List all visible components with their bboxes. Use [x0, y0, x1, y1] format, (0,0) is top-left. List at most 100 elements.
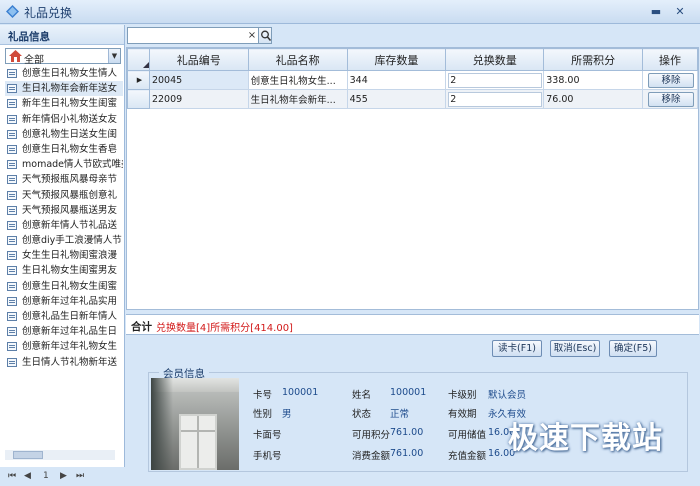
tree-item[interactable]: 天气预报瓶风暴母亲节: [5, 172, 123, 187]
page-number[interactable]: 1: [43, 471, 49, 481]
document-icon: [7, 251, 17, 261]
cell-name[interactable]: 生日礼物年会新年...: [247, 89, 348, 109]
document-icon: [7, 129, 17, 139]
cancel-button[interactable]: 取消(Esc): [550, 340, 600, 357]
tree-item[interactable]: 创意新年情人节礼品送: [5, 218, 123, 233]
tree-item[interactable]: 天气预报风暴瓶送男友: [5, 203, 123, 218]
first-page-icon[interactable]: ⏮: [8, 471, 16, 481]
summary-bar: 合计 兑换数量[4]所需积分[414.00]: [126, 314, 699, 335]
document-icon: [7, 160, 17, 170]
tree-item[interactable]: 创意生日礼物女生情人: [5, 66, 123, 81]
tree-item[interactable]: 创意礼物生日送女生闺: [5, 127, 123, 142]
search-button[interactable]: [258, 27, 272, 44]
column-header-points[interactable]: 所需积分: [543, 48, 643, 71]
card-no-label: 卡号: [253, 390, 273, 401]
remove-button[interactable]: 移除: [648, 72, 694, 88]
tree-item[interactable]: 新年生日礼物女生闺蜜: [5, 96, 123, 111]
tree-item[interactable]: 创意生日礼物女生闺蜜: [5, 279, 123, 294]
cell-code[interactable]: 22009: [148, 89, 249, 109]
tree-item[interactable]: 创意新年过年礼品生日: [5, 324, 123, 339]
tree-item[interactable]: 生日礼物年会新年送女: [5, 81, 123, 97]
document-icon: [7, 99, 17, 109]
prev-page-icon[interactable]: ◀: [24, 471, 31, 481]
column-header-name[interactable]: 礼品名称: [247, 48, 348, 71]
document-icon: [7, 114, 17, 124]
gift-sidebar: 礼品信息 全部 ▼ 创意生日礼物女生情人 生日礼物年会新年送女 新年生日礼物女生…: [0, 25, 125, 481]
column-header-qty[interactable]: 兑换数量: [445, 48, 545, 71]
tree-item[interactable]: 生日礼物女生闺蜜男友: [5, 263, 123, 278]
tree-item[interactable]: 创意diy手工浪漫情人节: [5, 233, 123, 248]
scrollbar-thumb[interactable]: [13, 451, 43, 459]
cell-stock[interactable]: 344: [346, 70, 447, 90]
gender-label: 性别: [253, 409, 273, 420]
tree-item[interactable]: 创意生日礼物女生香皂: [5, 142, 123, 157]
close-icon[interactable]: ✕: [674, 6, 686, 18]
remove-button[interactable]: 移除: [648, 91, 694, 107]
status-label: 状态: [352, 409, 372, 420]
member-photo: [151, 378, 239, 470]
window-title: 礼品兑换: [24, 6, 73, 20]
document-icon: [7, 190, 17, 200]
tree-item[interactable]: 生日情人节礼物新年送: [5, 355, 123, 370]
validity-label: 有效期: [448, 409, 477, 420]
stored-label: 可用储值: [448, 430, 487, 441]
cell-qty[interactable]: 2: [445, 70, 545, 90]
confirm-button[interactable]: 确定(F5): [609, 340, 657, 357]
next-page-icon[interactable]: ▶: [60, 471, 67, 481]
tree-item[interactable]: 新年情侣小礼物送女友: [5, 112, 123, 127]
category-select[interactable]: 全部 ▼: [5, 48, 121, 66]
table-row[interactable]: 22009 生日礼物年会新年... 455 2 76.00 移除: [127, 89, 698, 109]
qty-input[interactable]: 2: [448, 72, 543, 88]
sidebar-header: 礼品信息: [0, 25, 124, 45]
watermark-logo: 极速下载站: [508, 421, 663, 456]
cell-qty[interactable]: 2: [445, 89, 545, 109]
cell-action: 移除: [642, 89, 698, 109]
tree-item[interactable]: 女生生日礼物闺蜜浪漫: [5, 248, 123, 263]
search-input[interactable]: ×: [127, 27, 272, 44]
cell-name[interactable]: 创意生日礼物女生...: [247, 70, 348, 90]
horizontal-scrollbar[interactable]: [5, 450, 115, 460]
row-indicator: [127, 89, 150, 109]
cell-code[interactable]: 20045: [148, 70, 249, 90]
app-diamond-icon: [6, 5, 19, 18]
grid-header-row: 礼品编号 礼品名称 库存数量 兑换数量 所需积分 操作: [127, 48, 698, 71]
title-bar: 礼品兑换 ▬ ✕: [0, 0, 700, 24]
read-card-button[interactable]: 读卡(F1): [492, 340, 542, 357]
tree-item[interactable]: 创意新年过年礼物女生: [5, 339, 123, 354]
tree-item[interactable]: 创意礼品生日新年情人: [5, 309, 123, 324]
minimize-icon[interactable]: ▬: [650, 6, 662, 18]
column-header-action[interactable]: 操作: [642, 48, 698, 71]
document-icon: [7, 69, 17, 78]
cell-stock[interactable]: 455: [346, 89, 447, 109]
name-label: 姓名: [352, 390, 372, 401]
cell-points[interactable]: 76.00: [543, 89, 643, 109]
column-header-stock[interactable]: 库存数量: [346, 48, 447, 71]
tree-item[interactable]: 天气预报风暴瓶创意礼: [5, 188, 123, 203]
spent-label: 消费金额: [352, 451, 391, 462]
document-icon: [7, 220, 17, 230]
last-page-icon[interactable]: ⏭: [76, 471, 84, 481]
face-no-label: 卡面号: [253, 430, 282, 441]
chevron-down-icon[interactable]: ▼: [108, 49, 120, 63]
document-icon: [7, 205, 17, 215]
column-header-code[interactable]: 礼品编号: [148, 48, 249, 71]
table-row[interactable]: ▶ 20045 创意生日礼物女生... 344 2 338.00 移除: [127, 70, 698, 90]
select-all-corner-icon[interactable]: [143, 62, 149, 68]
document-icon: [7, 84, 17, 94]
cell-points[interactable]: 338.00: [543, 70, 643, 90]
search-icon: [261, 30, 272, 41]
main-panel: × 礼品编号 礼品名称 库存数量 兑换数量 所需积分 操作 ▶ 20045 创意…: [126, 25, 700, 472]
spent-value: 761.00: [390, 448, 424, 459]
gender-value: 男: [282, 409, 292, 420]
document-icon: [7, 342, 17, 352]
document-icon: [7, 175, 17, 185]
document-icon: [7, 236, 17, 246]
qty-input[interactable]: 2: [448, 91, 543, 107]
level-value: 默认会员: [488, 390, 527, 401]
summary-value: 兑换数量[4]所需积分[414.00]: [156, 323, 293, 334]
tree-item[interactable]: 创意新年过年礼品实用: [5, 294, 123, 309]
points-value: 761.00: [390, 427, 424, 438]
tree-item[interactable]: momade情人节欧式唯美: [5, 157, 123, 172]
clear-icon[interactable]: ×: [246, 29, 258, 42]
cell-action: 移除: [642, 70, 698, 90]
